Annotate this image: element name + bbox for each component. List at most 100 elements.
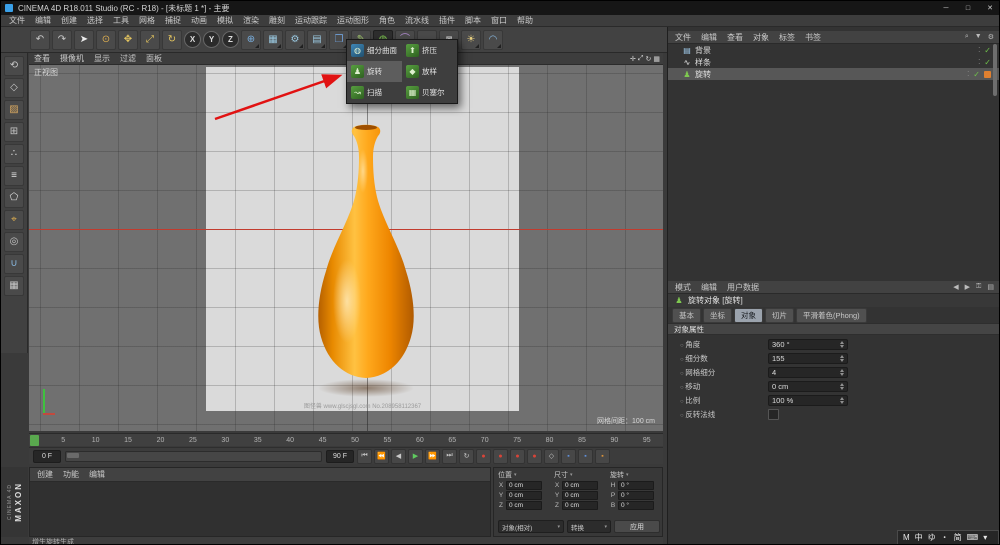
chevron-down-icon[interactable]: ▾ xyxy=(514,472,517,478)
visibility-dots-icon[interactable]: ⁚ xyxy=(978,46,980,54)
object-manager-menu-item[interactable]: 文件 xyxy=(670,32,696,43)
attribute-menu-item[interactable]: 用户数据 xyxy=(722,282,764,293)
solo-view-icon[interactable]: ◎ xyxy=(4,232,24,252)
render-settings-icon[interactable]: ⚙ xyxy=(285,29,305,50)
spinner-icon[interactable] xyxy=(840,340,844,348)
timeline-ruler[interactable]: 5 10 15 20 25 30 35 40 45 50 55 60 65 70 75 80 85 90 95 xyxy=(29,433,663,446)
goto-end-icon[interactable]: ⏭ xyxy=(442,448,457,464)
rotation-p-field[interactable]: 0 ° xyxy=(618,491,654,500)
attribute-menu-item[interactable]: 模式 xyxy=(670,282,696,293)
workplane-mode-icon[interactable]: ⊞ xyxy=(4,122,24,142)
apply-button[interactable]: 应用 xyxy=(614,520,660,533)
rotation-h-field[interactable]: 0 ° xyxy=(618,481,654,490)
object-manager-menu-item[interactable]: 查看 xyxy=(722,32,748,43)
rotate-view-icon[interactable]: ↻ xyxy=(646,55,652,63)
point-level-animation-icon[interactable]: ◇ xyxy=(544,448,559,464)
current-frame-field[interactable]: 0 F xyxy=(33,449,61,463)
prev-frame-icon[interactable]: ◀ xyxy=(391,448,406,464)
subdivision-field[interactable]: 155 xyxy=(768,352,848,364)
menu-item[interactable]: 选择 xyxy=(82,15,108,26)
polygons-mode-icon[interactable]: ⬠ xyxy=(4,188,24,208)
transfer-dropdown[interactable]: 转换 ▾ xyxy=(567,520,611,533)
play-icon[interactable]: ▶ xyxy=(408,448,423,464)
enable-axis-icon[interactable]: ⌖ xyxy=(4,210,24,230)
texture-mode-icon[interactable]: ▨ xyxy=(4,100,24,120)
menu-item[interactable]: 编辑 xyxy=(30,15,56,26)
timeline-range-handle[interactable] xyxy=(30,435,39,446)
material-menu-item[interactable]: 功能 xyxy=(58,469,84,480)
ime-lang[interactable]: 中 xyxy=(915,532,923,543)
menu-item[interactable]: 创建 xyxy=(56,15,82,26)
loop-icon[interactable]: ↻ xyxy=(459,448,474,464)
menu-item[interactable]: 模拟 xyxy=(212,15,238,26)
object-row-lathe[interactable]: ♟ 旋转 ⁚ ✓ xyxy=(668,68,999,80)
object-manager-menu-item[interactable]: 书签 xyxy=(800,32,826,43)
menu-item-subdivision-surface[interactable]: ◍ 细分曲面 xyxy=(347,40,402,61)
search-icon[interactable]: ⌕ xyxy=(962,33,972,41)
ime-toolbar[interactable]: M 中ゆ・简 ⌨ ▾ xyxy=(897,530,999,544)
viewport[interactable]: 正视图 网格间距：100 cm 图怪兽 www.glscjsgl.com No.… xyxy=(29,65,663,431)
viewport-menu-item[interactable]: 摄像机 xyxy=(55,53,89,64)
pan-view-icon[interactable]: ✛ xyxy=(630,55,636,63)
lock-icon[interactable]: ⚿ xyxy=(973,283,984,291)
size-x-field[interactable]: 0 cm xyxy=(562,481,598,490)
light-icon[interactable]: ☀ xyxy=(461,29,481,50)
enabled-check-icon[interactable]: ✓ xyxy=(984,46,991,55)
spinner-icon[interactable] xyxy=(840,382,844,390)
ime-dot[interactable]: ・ xyxy=(941,532,949,543)
visibility-dots-icon[interactable]: ⁚ xyxy=(967,70,969,78)
chevron-down-icon[interactable]: ▾ xyxy=(570,472,573,478)
enable-snap-icon[interactable]: ∪ xyxy=(4,254,24,274)
chevron-down-icon[interactable]: ▾ xyxy=(626,472,629,478)
zoom-view-icon[interactable]: ⤢ xyxy=(638,55,644,63)
y-axis-lock-button[interactable]: Y xyxy=(203,31,220,48)
menu-item[interactable]: 网格 xyxy=(134,15,160,26)
menu-item[interactable]: 角色 xyxy=(374,15,400,26)
timeline-options-icon[interactable]: ▪ xyxy=(595,448,610,464)
next-frame-icon[interactable]: ⏩ xyxy=(425,448,440,464)
scaling-field[interactable]: 100 % xyxy=(768,394,848,406)
position-y-field[interactable]: 0 cm xyxy=(506,491,542,500)
locked-workplane-icon[interactable]: ▦ xyxy=(4,276,24,296)
menu-item[interactable]: 捕捉 xyxy=(160,15,186,26)
attribute-menu-item[interactable]: 编辑 xyxy=(696,282,722,293)
object-manager-menu-item[interactable]: 标签 xyxy=(774,32,800,43)
scale-tool-icon[interactable]: ⤢ xyxy=(140,29,160,50)
close-button[interactable]: ✕ xyxy=(979,1,999,15)
record-position-icon[interactable]: ● xyxy=(510,448,525,464)
keyframe-selection-icon[interactable]: ▪ xyxy=(561,448,576,464)
viewport-menu-item[interactable]: 查看 xyxy=(29,53,55,64)
viewport-menu-item[interactable]: 面板 xyxy=(141,53,167,64)
make-editable-icon[interactable]: ⟲ xyxy=(4,56,24,76)
viewport-menu-item[interactable]: 过滤 xyxy=(115,53,141,64)
record-rotation-icon[interactable]: ● xyxy=(527,448,542,464)
record-keyframe-icon[interactable]: ● xyxy=(476,448,491,464)
frame-slider[interactable] xyxy=(65,450,322,462)
menu-item-extrude[interactable]: ⬆ 挤压 xyxy=(402,40,457,61)
menu-item[interactable]: 流水线 xyxy=(400,15,434,26)
ime-mode[interactable]: ゆ xyxy=(928,532,936,543)
visibility-dots-icon[interactable]: ⁚ xyxy=(978,58,980,66)
undo-icon[interactable]: ↶ xyxy=(30,29,50,50)
filter-icon[interactable]: ▼ xyxy=(972,33,985,41)
material-menu-item[interactable]: 编辑 xyxy=(84,469,110,480)
autokey-icon[interactable]: ● xyxy=(493,448,508,464)
minimize-button[interactable]: ─ xyxy=(935,1,957,15)
back-icon[interactable]: ◀ xyxy=(950,283,961,291)
live-selection-icon[interactable]: ⊙ xyxy=(96,29,116,50)
model-mode-icon[interactable]: ◇ xyxy=(4,78,24,98)
object-manager-menu-item[interactable]: 对象 xyxy=(748,32,774,43)
vase-3d-object[interactable] xyxy=(29,65,663,431)
forward-icon[interactable]: ▶ xyxy=(962,283,973,291)
tab-object[interactable]: 对象 xyxy=(734,308,763,323)
menu-item[interactable]: 工具 xyxy=(108,15,134,26)
ime-simplified[interactable]: 简 xyxy=(954,532,962,543)
position-z-field[interactable]: 0 cm xyxy=(506,501,542,510)
material-menu-item[interactable]: 创建 xyxy=(32,469,58,480)
viewport-menu-item[interactable]: 显示 xyxy=(89,53,115,64)
menu-item[interactable]: 窗口 xyxy=(486,15,512,26)
cursor-tool-icon[interactable]: ➤ xyxy=(74,29,94,50)
z-axis-lock-button[interactable]: Z xyxy=(222,31,239,48)
size-y-field[interactable]: 0 cm xyxy=(562,491,598,500)
end-frame-field[interactable]: 90 F xyxy=(326,449,354,463)
